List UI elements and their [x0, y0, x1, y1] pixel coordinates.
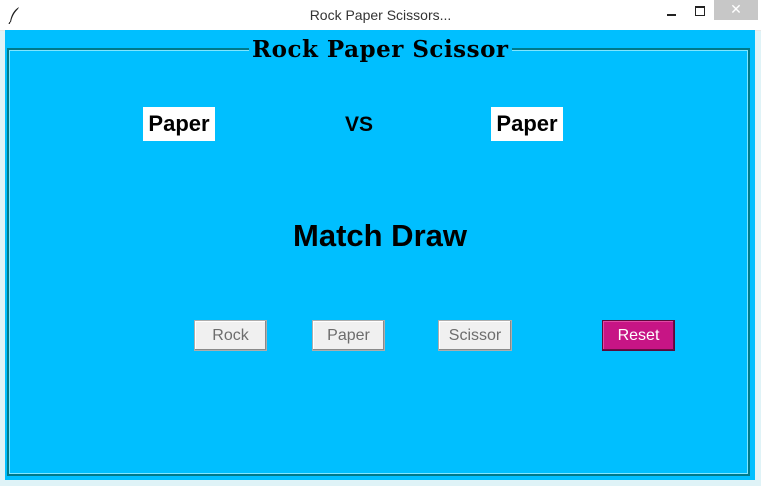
player-choice-label: Paper — [143, 107, 215, 141]
close-button[interactable]: ✕ — [714, 0, 758, 20]
paper-button[interactable]: Paper — [312, 320, 385, 351]
rock-button[interactable]: Rock — [194, 320, 267, 351]
game-frame — [7, 48, 750, 476]
maximize-icon — [695, 6, 705, 16]
minimize-button[interactable] — [656, 0, 686, 22]
close-icon: ✕ — [730, 2, 742, 18]
result-label: Match Draw — [293, 218, 467, 253]
game-panel: Rock Paper Scissor Paper VS Paper Match … — [5, 30, 755, 480]
title-bar: Rock Paper Scissors... ✕ — [0, 0, 761, 31]
window-title: Rock Paper Scissors... — [309, 7, 452, 23]
minimize-icon — [666, 14, 676, 16]
computer-choice-label: Paper — [491, 107, 563, 141]
scissor-button[interactable]: Scissor — [438, 320, 512, 351]
reset-button[interactable]: Reset — [602, 320, 675, 351]
maximize-button[interactable] — [686, 0, 714, 22]
vs-label: VS — [345, 113, 374, 136]
frame-title: Rock Paper Scissor — [249, 36, 512, 63]
